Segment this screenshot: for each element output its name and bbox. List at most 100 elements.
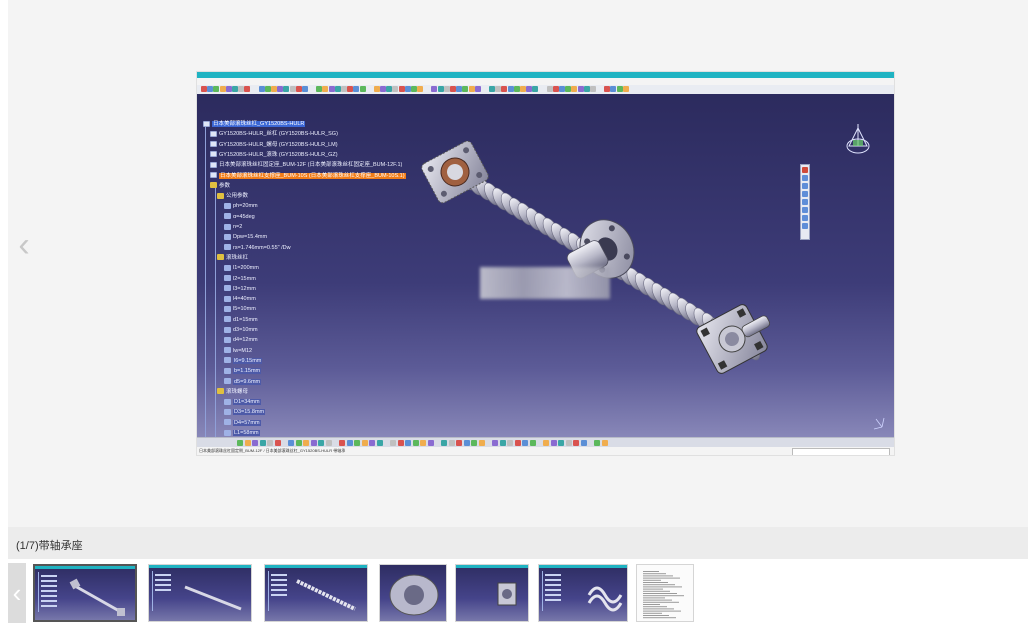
thumbnail-5[interactable] [455, 564, 529, 622]
toolbar-icon[interactable] [463, 440, 470, 446]
thumbnail-1[interactable] [33, 564, 137, 622]
toolbar-icon[interactable] [302, 86, 308, 92]
toolbar-icon[interactable] [252, 440, 258, 446]
toolbar-icon[interactable] [559, 86, 565, 92]
toolbar-icon[interactable] [590, 86, 596, 92]
toolbar-icon[interactable] [601, 440, 608, 446]
toolbar-icon[interactable] [450, 86, 456, 92]
toolbar-icon[interactable] [267, 440, 273, 446]
toolbar-icon[interactable] [456, 86, 463, 92]
toolbar-icon[interactable] [495, 86, 502, 92]
ball-screw-model[interactable] [197, 94, 894, 437]
toolbar-icon[interactable] [288, 440, 294, 446]
3d-viewport[interactable]: 日本美部滚珠丝杠_GY1520BS-HULR GY1520BS-HULR_丝杠 (… [197, 94, 894, 455]
toolbar-icon[interactable] [478, 440, 485, 446]
toolbar-icon[interactable] [471, 440, 477, 446]
toolbar-icon[interactable] [616, 86, 623, 92]
toolbar-icon[interactable] [468, 86, 475, 92]
toolbar-icon[interactable] [295, 86, 302, 92]
toolbar-icon[interactable] [532, 86, 539, 92]
toolbar-icon[interactable] [594, 440, 600, 446]
toolbar-icon[interactable] [565, 86, 572, 92]
thumbnail-7[interactable] [636, 564, 694, 622]
toolbar-icon[interactable] [404, 86, 411, 92]
toolbar-icon[interactable] [604, 86, 611, 92]
toolbar-icon[interactable] [420, 440, 426, 446]
toolbar-icon[interactable] [207, 86, 214, 92]
toolbar-icon[interactable] [318, 440, 324, 446]
toolbar-icon[interactable] [328, 86, 335, 92]
toolbar-icon[interactable] [499, 440, 506, 446]
toolbar-icon[interactable] [565, 440, 572, 446]
toolbar-icon[interactable] [283, 86, 290, 92]
toolbar-icon[interactable] [376, 440, 383, 446]
toolbar-icon[interactable] [448, 440, 455, 446]
toolbar-icon[interactable] [386, 86, 393, 92]
toolbar-icon[interactable] [347, 86, 354, 92]
toolbar-icon[interactable] [201, 86, 207, 92]
toolbar-icon[interactable] [577, 86, 584, 92]
toolbar-icon[interactable] [571, 86, 578, 92]
toolbar-icon[interactable] [258, 86, 265, 92]
toolbar-icon[interactable] [373, 86, 380, 92]
toolbar-icon[interactable] [397, 440, 404, 446]
toolbar-icon[interactable] [274, 440, 281, 446]
toolbar-icon[interactable] [225, 86, 232, 92]
toolbar-icon[interactable] [390, 440, 396, 446]
thumbnail-2[interactable] [148, 564, 252, 622]
toolbar-icon[interactable] [213, 86, 220, 92]
toolbar-icon[interactable] [507, 86, 514, 92]
toolbar-icon[interactable] [474, 86, 481, 92]
toolbar-icon[interactable] [462, 86, 469, 92]
toolbar-icon[interactable] [441, 440, 447, 446]
thumbnail-3[interactable] [264, 564, 368, 622]
toolbar-icon[interactable] [310, 440, 317, 446]
toolbar-icon[interactable] [237, 440, 243, 446]
toolbar-icon[interactable] [417, 86, 424, 92]
toolbar-icon[interactable] [583, 86, 590, 92]
toolbar-icon[interactable] [492, 440, 498, 446]
toolbar-icon[interactable] [573, 440, 579, 446]
toolbar-icon[interactable] [507, 440, 513, 446]
thumbnail-prev-arrow-icon[interactable]: ‹ [8, 563, 26, 623]
thumbnail-6[interactable] [538, 564, 628, 622]
toolbar-icon[interactable] [550, 440, 557, 446]
toolbar-icon[interactable] [622, 86, 629, 92]
toolbar-icon[interactable] [264, 86, 271, 92]
toolbar-icon[interactable] [354, 440, 360, 446]
toolbar-icon[interactable] [580, 440, 587, 446]
toolbar-icon[interactable] [443, 86, 450, 92]
toolbar-icon[interactable] [316, 86, 323, 92]
toolbar-icon[interactable] [411, 86, 417, 92]
toolbar-icon[interactable] [277, 86, 284, 92]
toolbar-icon[interactable] [346, 440, 353, 446]
toolbar-icon[interactable] [322, 86, 329, 92]
toolbar-icon[interactable] [514, 440, 521, 446]
toolbar-icon[interactable] [437, 86, 444, 92]
toolbar-icon[interactable] [238, 86, 245, 92]
toolbar-icon[interactable] [369, 440, 375, 446]
toolbar-icon[interactable] [513, 86, 520, 92]
toolbar-icon[interactable] [359, 86, 366, 92]
toolbar-icon[interactable] [325, 440, 332, 446]
toolbar-icon[interactable] [295, 440, 302, 446]
toolbar-icon[interactable] [431, 86, 438, 92]
toolbar-icon[interactable] [522, 440, 528, 446]
toolbar-icon[interactable] [361, 440, 368, 446]
toolbar-icon[interactable] [392, 86, 399, 92]
toolbar-icon[interactable] [334, 86, 341, 92]
toolbar-icon[interactable] [303, 440, 309, 446]
cad-screenshot[interactable]: 日本美部滚珠丝杠_GY1520BS-HULR GY1520BS-HULR_丝杠 (… [197, 72, 894, 455]
toolbar-icon[interactable] [341, 86, 347, 92]
toolbar-icon[interactable] [456, 440, 462, 446]
toolbar-icon[interactable] [489, 86, 495, 92]
toolbar-icon[interactable] [543, 440, 549, 446]
toolbar-icon[interactable] [520, 86, 526, 92]
toolbar-icon[interactable] [289, 86, 296, 92]
toolbar-icon[interactable] [526, 86, 533, 92]
previous-image-arrow-icon[interactable]: ‹ [10, 225, 38, 265]
toolbar-icon[interactable] [610, 86, 617, 92]
toolbar-icon[interactable] [353, 86, 360, 92]
toolbar-icon[interactable] [552, 86, 559, 92]
thumbnail-4[interactable] [379, 564, 447, 622]
